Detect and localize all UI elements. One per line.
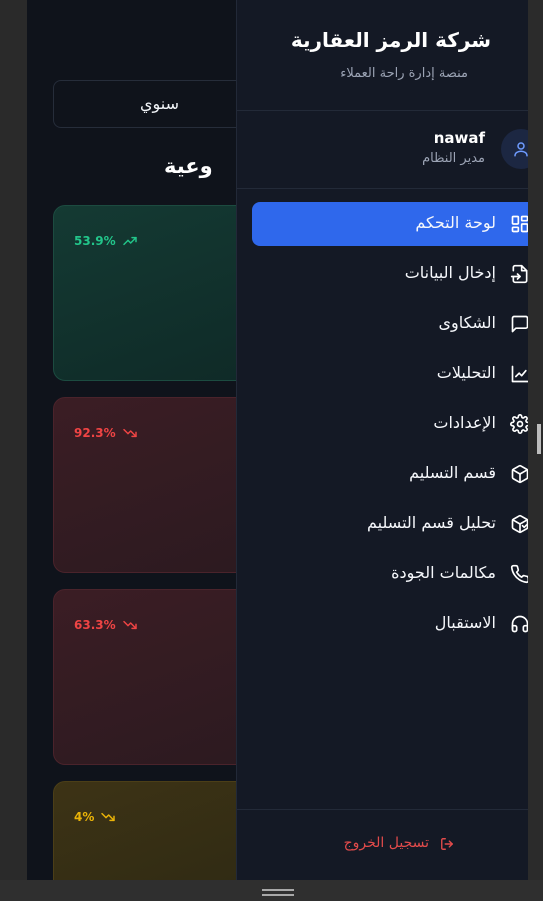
company-subtitle: منصة إدارة راحة العملاء: [340, 66, 468, 81]
trending-down-icon: [122, 620, 137, 630]
bottom-bar: [0, 880, 543, 901]
sidebar-item-settings[interactable]: الإعدادات: [252, 402, 528, 446]
stat-card: 92.3%: [53, 397, 253, 573]
sidebar-item-label: مكالمات الجودة: [391, 563, 496, 582]
line-chart-icon: [511, 365, 528, 383]
period-select[interactable]: سنوي: [53, 80, 253, 128]
trend-value: 4%: [74, 810, 95, 824]
section-title: وعية: [164, 154, 213, 178]
period-select-value: سنوي: [140, 94, 180, 113]
header-divider: [237, 110, 528, 111]
trending-up-icon: [122, 236, 137, 246]
dashboard-grid-icon: [511, 215, 528, 233]
left-frame: [0, 0, 27, 901]
main-content: سنوي وعية 53.9% 92.3% 63.3% 4% شركة الرم…: [27, 0, 528, 880]
sidebar-item-label: الشكاوى: [438, 313, 496, 332]
package-check-icon: [511, 514, 528, 534]
sidebar-item-label: إدخال البيانات: [404, 263, 496, 282]
sidebar-item-analytics[interactable]: التحليلات: [252, 352, 528, 396]
user-divider: [237, 188, 528, 189]
sidebar-item-delivery[interactable]: قسم التسليم: [252, 452, 528, 496]
trend-indicator: 53.9%: [74, 233, 138, 249]
message-square-icon: [511, 315, 528, 333]
sidebar: شركة الرمز العقارية منصة إدارة راحة العم…: [236, 0, 528, 880]
sidebar-item-delivery-analysis[interactable]: تحليل قسم التسليم: [252, 502, 528, 546]
sidebar-item-label: تحليل قسم التسليم: [367, 513, 496, 532]
sidebar-item-label: قسم التسليم: [409, 463, 496, 482]
trend-indicator: 4%: [74, 809, 116, 825]
sidebar-item-quality-calls[interactable]: مكالمات الجودة: [252, 552, 528, 596]
package-icon: [511, 464, 528, 484]
resize-handle-line: [262, 894, 294, 896]
logout-icon: [441, 838, 453, 850]
trend-indicator: 92.3%: [74, 425, 138, 441]
logout-label: تسجيل الخروج: [343, 835, 429, 851]
trend-value: 92.3%: [74, 426, 116, 440]
company-name: شركة الرمز العقارية: [290, 28, 491, 52]
user-name: nawaf: [433, 129, 485, 147]
avatar: [501, 129, 528, 169]
side-resize-handle[interactable]: [537, 424, 541, 454]
sidebar-item-data-entry[interactable]: إدخال البيانات: [252, 252, 528, 296]
sidebar-item-label: الإعدادات: [433, 413, 496, 432]
logout-button[interactable]: تسجيل الخروج: [237, 826, 528, 862]
sidebar-item-reception[interactable]: الاستقبال: [252, 602, 528, 646]
trending-down-icon: [101, 812, 116, 822]
footer-divider: [237, 809, 528, 810]
user-role: مدير النظام: [422, 151, 485, 166]
trend-value: 63.3%: [74, 618, 116, 632]
resize-handle[interactable]: [262, 889, 294, 891]
stat-card: 63.3%: [53, 589, 253, 765]
sidebar-item-complaints[interactable]: الشكاوى: [252, 302, 528, 346]
headphones-icon: [511, 615, 528, 633]
trend-indicator: 63.3%: [74, 617, 138, 633]
user-icon: [514, 142, 528, 157]
gear-icon: [510, 414, 528, 434]
trending-down-icon: [122, 428, 137, 438]
phone-icon: [510, 564, 528, 584]
stat-card: 4%: [53, 781, 253, 880]
file-input-icon: [510, 264, 528, 284]
sidebar-item-label: التحليلات: [436, 363, 496, 382]
trend-value: 53.9%: [74, 234, 116, 248]
sidebar-item-label: لوحة التحكم: [415, 213, 496, 232]
sidebar-item-label: الاستقبال: [434, 613, 496, 632]
sidebar-item-dashboard[interactable]: لوحة التحكم: [252, 202, 528, 246]
stat-card: 53.9%: [53, 205, 253, 381]
